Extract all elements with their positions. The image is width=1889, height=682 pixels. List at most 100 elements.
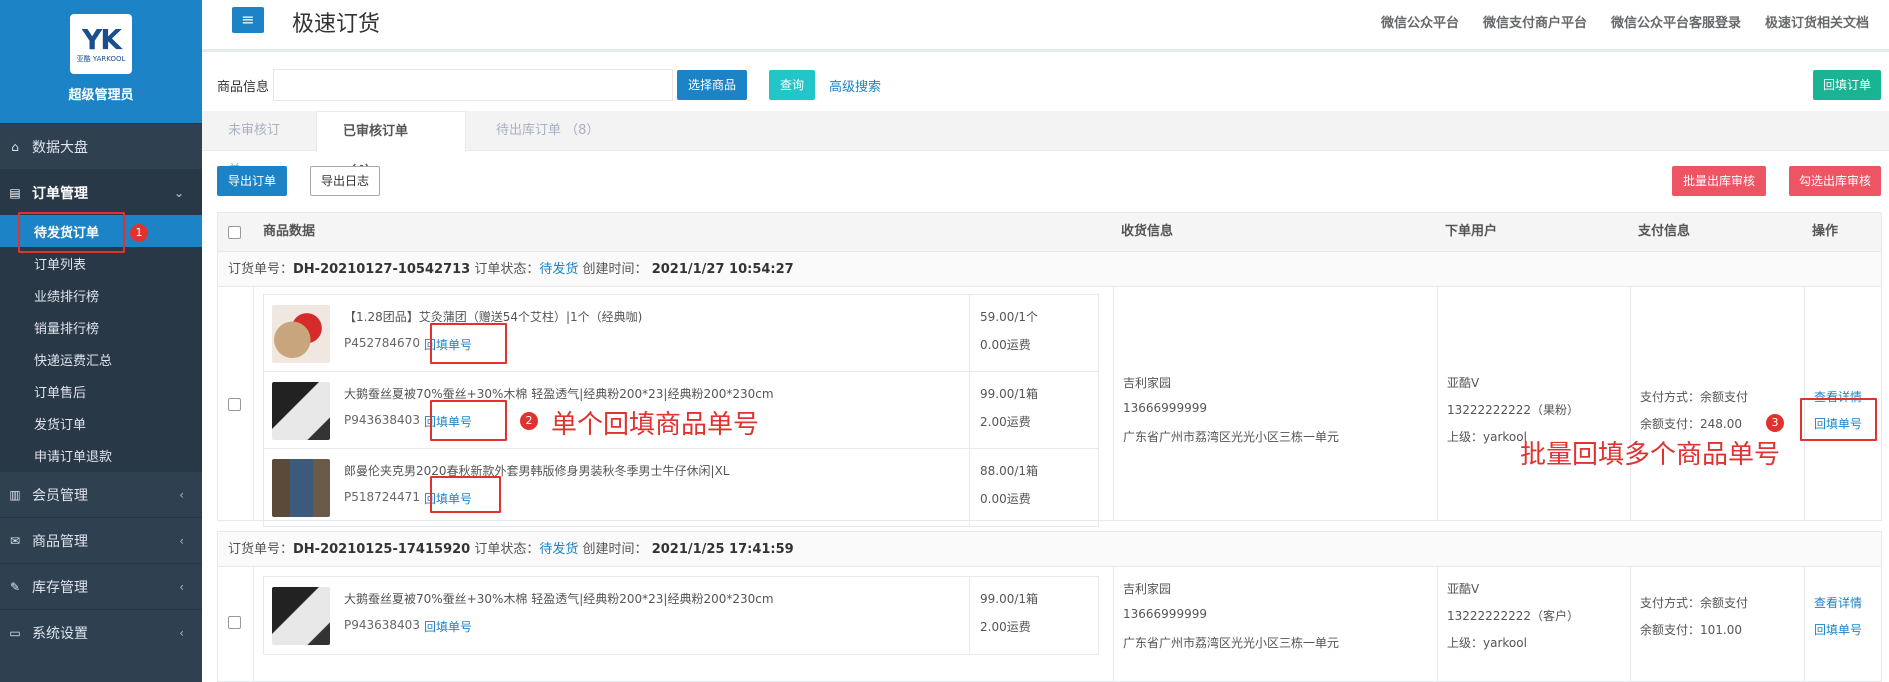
- sidebar-item-label: 系统设置: [32, 625, 88, 642]
- sidebar: YK 亚酷 YARKOOL 超级管理员 ⌂ 数据大盘 ▤ 订单管理 ⌄ 待发货订…: [0, 0, 202, 682]
- sidebar-item-inventory[interactable]: ✎ 库存管理 ‹: [0, 563, 202, 609]
- order-time: 2021/1/27 10:54:27: [651, 262, 794, 277]
- chevron-left-icon: ‹: [179, 533, 184, 548]
- tab-unreviewed[interactable]: 未审核订单: [202, 111, 316, 178]
- fill-tracking-link[interactable]: 回填单号: [424, 618, 472, 635]
- link-docs[interactable]: 极速订货相关文档: [1765, 12, 1869, 31]
- sidebar-item-label: 商品管理: [32, 533, 88, 550]
- sidebar-item-dashboard[interactable]: ⌂ 数据大盘: [0, 123, 202, 169]
- sidebar-subitem-refund[interactable]: 申请订单退款: [0, 439, 202, 471]
- link-wechat-pay[interactable]: 微信支付商户平台: [1483, 12, 1587, 31]
- sidebar-item-label: 会员管理: [32, 487, 88, 504]
- chart-icon: ▥: [9, 487, 21, 502]
- order-checkbox[interactable]: [228, 398, 241, 411]
- annotation-badge: 1: [130, 224, 148, 242]
- product-price: 99.00/1箱: [980, 592, 1039, 606]
- product-name: 大鹅蚕丝夏被70%蚕丝+30%木棉 轻盈透气|经典粉200*23|经典粉200*…: [344, 387, 774, 401]
- search-bar: 商品信息 选择商品 查询 高级搜索: [217, 69, 881, 101]
- chevron-left-icon: ‹: [179, 579, 184, 594]
- chevron-down-icon: ⌄: [173, 185, 184, 200]
- goods-row: 【1.28团品】艾灸蒲团（赠送54个艾柱）|1个（经典咖) P452784670…: [264, 295, 1098, 372]
- sidebar-item-label: 订单管理: [32, 185, 88, 202]
- order-checkbox[interactable]: [228, 616, 241, 629]
- fill-tracking-link[interactable]: 回填单号: [1814, 621, 1862, 638]
- select-product-button[interactable]: 选择商品: [677, 70, 748, 100]
- mail-icon: ✉: [9, 533, 21, 548]
- annotation-box: [18, 212, 125, 253]
- receiver-phone: 13666999999: [1123, 401, 1207, 415]
- product-shipping: 2.00运费: [980, 620, 1031, 634]
- fill-order-button[interactable]: 回填订单: [1813, 70, 1881, 100]
- goods-row: 大鹅蚕丝夏被70%蚕丝+30%木棉 轻盈透气|经典粉200*23|经典粉200*…: [264, 577, 1098, 654]
- product-price: 88.00/1箱: [980, 464, 1039, 478]
- tab-pending-outbound[interactable]: 待出库订单 （8）: [470, 111, 620, 151]
- order-status: 待发货: [539, 262, 579, 277]
- order-no: DH-20210127-10542713: [293, 262, 471, 277]
- order-status: 待发货: [539, 542, 579, 557]
- annotation-box: [1800, 398, 1877, 441]
- sidebar-subitem-shipping-summary[interactable]: 快递运费汇总: [0, 343, 202, 375]
- chevron-left-icon: ‹: [179, 625, 184, 640]
- product-code: P452784670: [344, 336, 420, 350]
- sidebar-item-orders[interactable]: ▤ 订单管理 ⌄: [0, 169, 202, 215]
- tab-reviewed[interactable]: 已审核订单 （4）: [316, 111, 466, 179]
- export-log-button[interactable]: 导出日志: [310, 166, 380, 196]
- col-payment: 支付信息: [1638, 224, 1691, 239]
- product-thumbnail: [272, 459, 330, 517]
- menu-toggle-button[interactable]: ≡: [232, 7, 264, 33]
- sidebar-subitem-performance-rank[interactable]: 业绩排行榜: [0, 279, 202, 311]
- user-name: 亚酷V: [1447, 376, 1480, 390]
- product-thumbnail: [272, 587, 330, 645]
- chevron-left-icon: ‹: [179, 487, 184, 502]
- link-wechat-mp[interactable]: 微信公众平台: [1381, 12, 1459, 31]
- order-status-label: 订单状态：: [474, 262, 540, 277]
- sidebar-item-members[interactable]: ▥ 会员管理 ‹: [0, 471, 202, 517]
- annotation-batch-text: 批量回填多个商品单号: [1520, 440, 1781, 470]
- monitor-icon: ▭: [9, 625, 21, 640]
- sidebar-subitem-sales-rank[interactable]: 销量排行榜: [0, 311, 202, 343]
- main-content: 商品信息 选择商品 查询 高级搜索 回填订单 未审核订单 已审核订单 （4） 待…: [202, 55, 1889, 682]
- batch-audit-button[interactable]: 批量出库审核: [1672, 166, 1766, 196]
- top-bar: ≡ 极速订货 微信公众平台 微信支付商户平台 微信公众平台客服登录 极速订货相关…: [202, 0, 1889, 52]
- order-status-label: 订单状态：: [474, 542, 540, 557]
- sidebar-subitem-shipped[interactable]: 发货订单: [0, 407, 202, 439]
- logo-subtext: 亚酷 YARKOOL: [76, 54, 126, 63]
- goods-list: 大鹅蚕丝夏被70%蚕丝+30%木棉 轻盈透气|经典粉200*23|经典粉200*…: [263, 576, 1099, 655]
- sidebar-item-label: 数据大盘: [32, 139, 88, 156]
- product-shipping: 0.00运费: [980, 492, 1031, 506]
- sidebar-subitem-after-sales[interactable]: 订单售后: [0, 375, 202, 407]
- product-thumbnail: [272, 382, 330, 440]
- order-tabs: 未审核订单 已审核订单 （4） 待出库订单 （8）: [202, 111, 1889, 179]
- product-thumbnail: [272, 305, 330, 363]
- sidebar-item-settings[interactable]: ▭ 系统设置 ‹: [0, 609, 202, 655]
- home-icon: ⌂: [11, 139, 19, 154]
- product-price: 59.00/1个: [980, 310, 1039, 324]
- query-button[interactable]: 查询: [769, 70, 816, 100]
- order-no-label: 订货单号：: [228, 542, 294, 557]
- product-shipping: 0.00运费: [980, 338, 1031, 352]
- link-wechat-service[interactable]: 微信公众平台客服登录: [1611, 12, 1741, 31]
- advanced-search-link[interactable]: 高级搜索: [829, 76, 881, 95]
- hamburger-icon: ≡: [241, 10, 255, 29]
- order-body: 大鹅蚕丝夏被70%蚕丝+30%木棉 轻盈透气|经典粉200*23|经典粉200*…: [217, 567, 1882, 682]
- select-all-checkbox[interactable]: [228, 226, 241, 239]
- payment-amount: 余额支付：248.00: [1640, 417, 1742, 431]
- view-detail-link[interactable]: 查看详情: [1814, 594, 1862, 611]
- selected-audit-button[interactable]: 勾选出库审核: [1789, 166, 1881, 196]
- receiver-name: 吉利家园: [1123, 376, 1172, 390]
- product-code: P943638403: [344, 413, 420, 427]
- order-created-label: 创建时间：: [582, 542, 648, 557]
- user-name: 亚酷V: [1447, 582, 1480, 596]
- order-header: 订货单号：DH-20210125-17415920 订单状态：待发货 创建时间：…: [217, 531, 1882, 567]
- export-orders-button[interactable]: 导出订单: [217, 166, 287, 196]
- receiver-address: 广东省广州市荔湾区光光小区三栋一单元: [1123, 430, 1340, 444]
- order-header: 订货单号：DH-20210127-10542713 订单状态：待发货 创建时间：…: [217, 251, 1882, 287]
- search-input[interactable]: [273, 69, 674, 101]
- product-shipping: 2.00运费: [980, 415, 1031, 429]
- edit-icon: ✎: [9, 579, 21, 594]
- annotation-box: [430, 400, 507, 441]
- order-created-label: 创建时间：: [582, 262, 648, 277]
- sidebar-item-products[interactable]: ✉ 商品管理 ‹: [0, 517, 202, 563]
- brand-area: YK 亚酷 YARKOOL 超级管理员: [0, 0, 202, 123]
- role-label: 超级管理员: [68, 88, 134, 103]
